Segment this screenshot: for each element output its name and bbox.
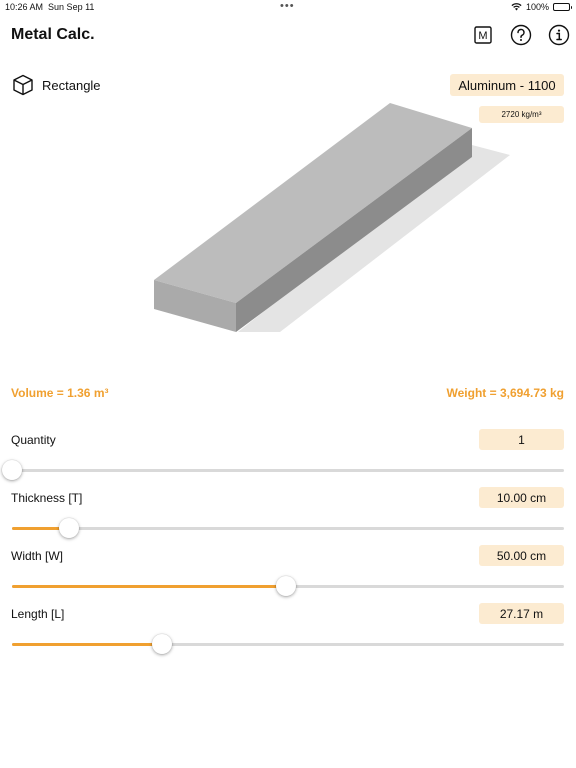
m-icon[interactable]: M xyxy=(472,24,494,46)
help-icon[interactable] xyxy=(510,24,532,46)
slider-fill xyxy=(12,585,287,588)
width-slider[interactable] xyxy=(12,575,564,597)
battery-percent: 100% xyxy=(525,2,549,12)
quantity-label: Quantity xyxy=(11,433,56,447)
slider-thumb[interactable] xyxy=(276,576,297,596)
battery-icon xyxy=(553,3,572,11)
weight-result: Weight = 3,694.73 kg xyxy=(446,386,565,400)
shape-label: Rectangle xyxy=(42,77,101,93)
slider-thumb[interactable] xyxy=(2,460,22,480)
material-button[interactable]: Aluminum - 1100 xyxy=(450,74,564,96)
info-icon[interactable] xyxy=(548,24,570,46)
app-title: Metal Calc. xyxy=(11,26,95,43)
quantity-value[interactable]: 1 xyxy=(479,429,564,450)
slider-thumb[interactable] xyxy=(151,634,172,654)
status-bar: 10:26 AM Sun Sep 11 ••• 100% xyxy=(0,0,576,14)
header-actions: M xyxy=(472,24,570,46)
slider-fill xyxy=(12,643,162,646)
cube-icon xyxy=(13,74,33,96)
status-time: 10:26 AM xyxy=(5,2,44,12)
bar-3d-render xyxy=(154,103,510,332)
length-value[interactable]: 27.17 m xyxy=(479,603,564,624)
thickness-value[interactable]: 10.00 cm xyxy=(479,487,564,508)
multitasking-dots-icon[interactable]: ••• xyxy=(280,0,295,12)
m-icon-letter: M xyxy=(478,30,487,42)
width-value[interactable]: 50.00 cm xyxy=(479,545,564,566)
wifi-icon xyxy=(511,3,522,11)
status-time-date: 10:26 AM Sun Sep 11 xyxy=(5,2,94,12)
thickness-slider[interactable] xyxy=(12,517,564,539)
width-label: Width [W] xyxy=(11,549,64,563)
slider-track xyxy=(12,469,564,472)
length-label: Length [L] xyxy=(11,607,65,621)
status-right: 100% xyxy=(511,2,572,12)
length-slider[interactable] xyxy=(12,633,564,655)
slider-track xyxy=(12,527,564,530)
thickness-label: Thickness [T] xyxy=(11,491,83,505)
quantity-slider[interactable] xyxy=(2,459,564,481)
slider-thumb[interactable] xyxy=(59,518,80,538)
volume-result: Volume = 1.36 m³ xyxy=(11,386,109,400)
status-date: Sun Sep 11 xyxy=(48,2,95,12)
shape-selector[interactable]: Rectangle xyxy=(12,74,101,96)
